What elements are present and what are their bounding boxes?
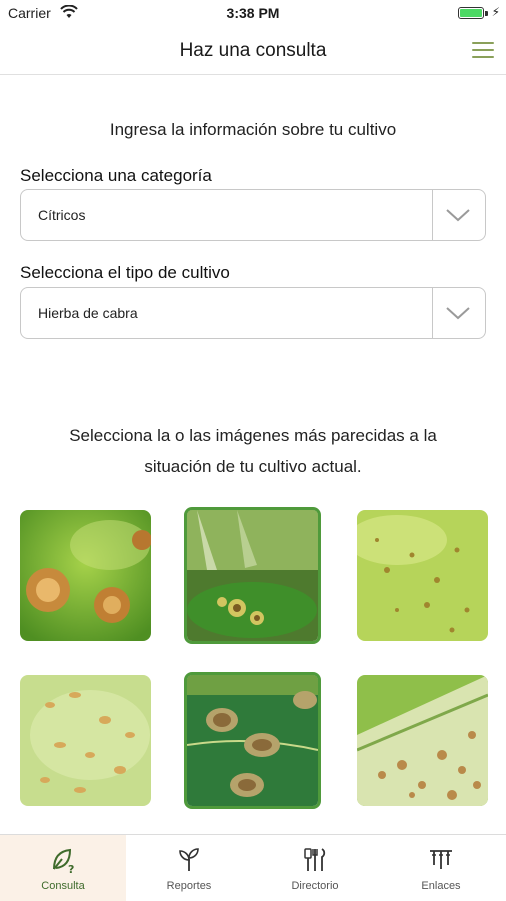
brown-lesions-image [187, 675, 318, 806]
nav-bar: Haz una consulta [0, 26, 506, 75]
chevron-down-icon[interactable] [445, 207, 471, 223]
hamburger-menu-icon[interactable] [472, 42, 494, 58]
instruction-line-1: Selecciona la o las imágenes más parecid… [69, 426, 437, 445]
intro-text: Ingresa la información sobre tu cultivo [109, 120, 397, 139]
select-divider [432, 288, 433, 338]
sprout-icon [179, 848, 199, 871]
status-bar: Carrier 3:38 PM ⚡ [0, 0, 506, 26]
instruction-line-2: situación de tu cultivo actual. [144, 457, 362, 476]
symptom-image-2[interactable] [184, 507, 321, 644]
tab-reportes[interactable]: Reportes [126, 835, 252, 901]
select-divider [432, 190, 433, 240]
tab-label-directorio: Directorio [291, 880, 339, 892]
leaf-lesions-image [20, 510, 151, 641]
page-title: Haz una consulta [179, 40, 327, 61]
scab-spots-image [20, 675, 151, 806]
status-time: 3:38 PM [226, 5, 280, 21]
leaf-spots-image [187, 510, 318, 641]
charging-icon: ⚡ [491, 5, 500, 19]
leaf-question-icon: ? [53, 848, 74, 875]
svg-text:?: ? [68, 863, 74, 875]
image-instruction: Selecciona la o las imágenes más parecid… [30, 420, 476, 482]
symptom-image-3[interactable] [357, 510, 488, 641]
symptom-image-5[interactable] [184, 672, 321, 809]
tab-enlaces[interactable]: Enlaces [378, 835, 504, 901]
battery-icon [458, 7, 484, 19]
symptom-image-1[interactable] [20, 510, 151, 641]
tab-label-reportes: Reportes [166, 880, 212, 892]
category-value: Cítricos [38, 207, 86, 223]
battery-tip [485, 11, 488, 16]
yellow-leaf-spots-image [357, 510, 488, 641]
crop-select[interactable]: Hierba de cabra [20, 287, 486, 339]
tab-label-consulta: Consulta [41, 880, 85, 892]
crop-value: Hierba de cabra [38, 305, 138, 321]
bottom-tab-bar: ? Consulta Reportes Directorio Enlaces [0, 834, 506, 901]
crop-label: Selecciona el tipo de cultivo [20, 263, 230, 282]
symptom-image-4[interactable] [20, 675, 151, 806]
chevron-down-icon[interactable] [445, 305, 471, 321]
tab-label-enlaces: Enlaces [421, 880, 461, 892]
category-select[interactable]: Cítricos [20, 189, 486, 241]
symptom-image-6[interactable] [357, 675, 488, 806]
link-tools-icon [430, 850, 452, 869]
rust-spots-image [357, 675, 488, 806]
tools-icon [304, 848, 326, 871]
category-label: Selecciona una categoría [20, 166, 212, 185]
tab-directorio[interactable]: Directorio [252, 835, 378, 901]
tab-consulta[interactable]: ? Consulta [0, 835, 126, 901]
